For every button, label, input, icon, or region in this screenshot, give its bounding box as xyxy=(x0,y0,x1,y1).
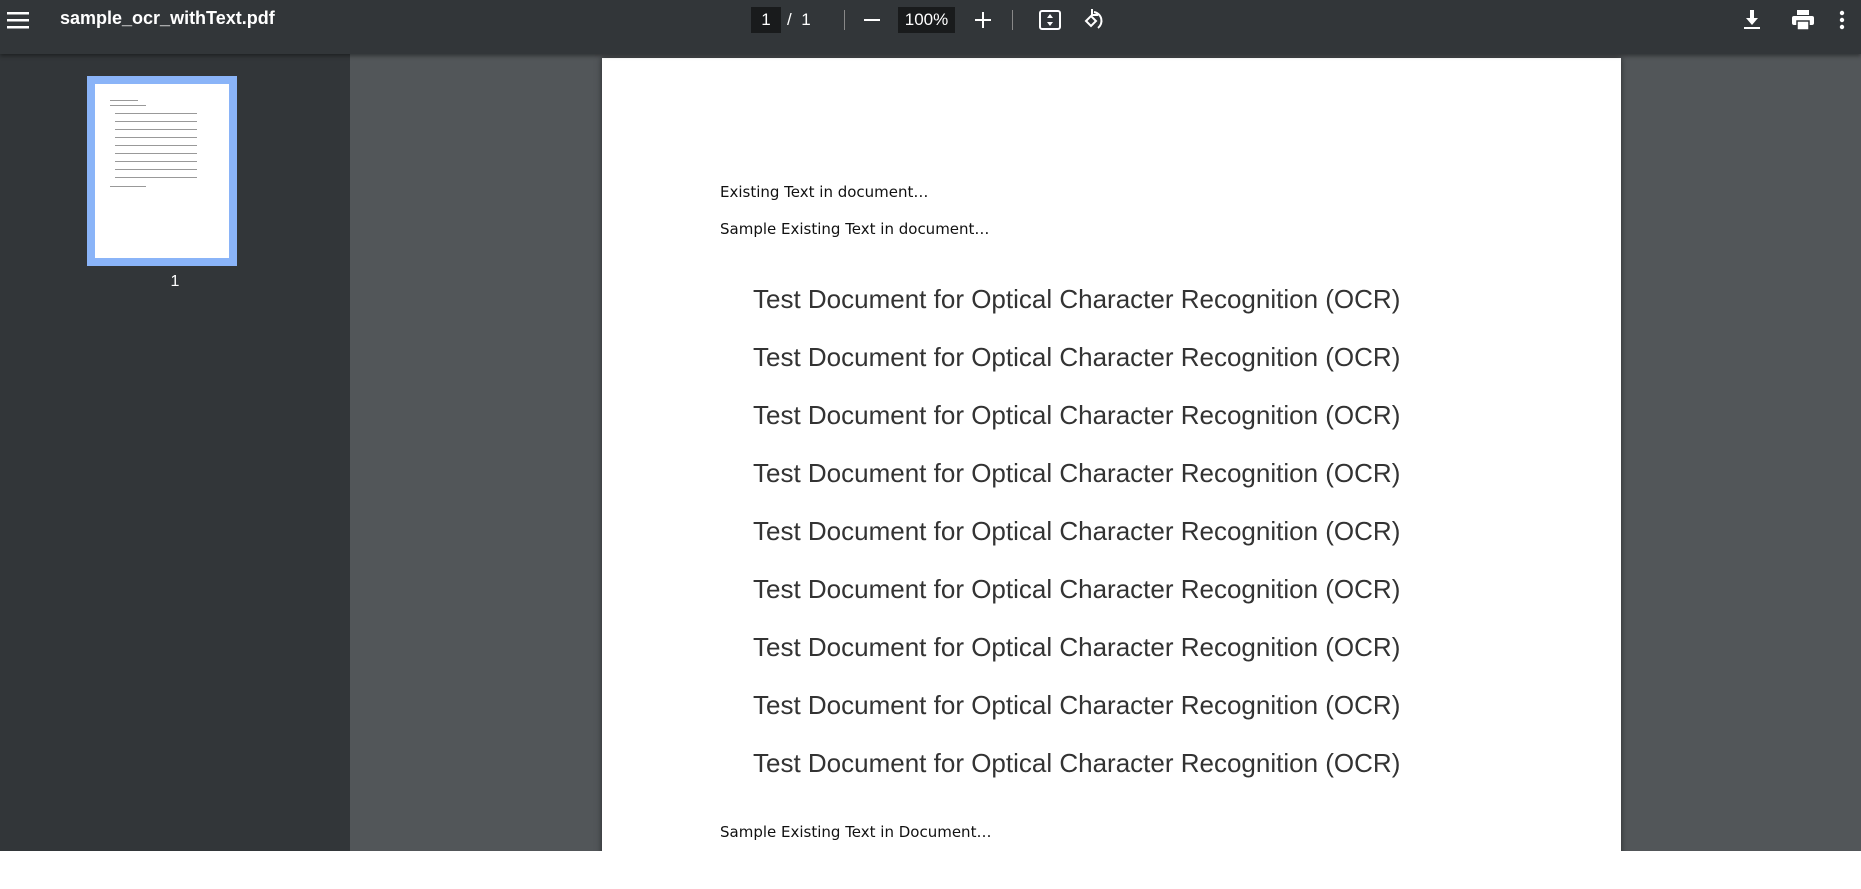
plus-icon xyxy=(975,12,991,28)
ocr-text-line: Test Document for Optical Character Reco… xyxy=(753,516,1401,546)
document-title: sample_ocr_withText.pdf xyxy=(60,8,275,28)
thumbnail-sidebar: 1 xyxy=(0,54,350,851)
total-pages: 1 xyxy=(801,10,811,29)
download-icon xyxy=(1744,10,1760,29)
zoom-out-button[interactable] xyxy=(856,4,888,36)
zoom-level-input[interactable]: 100% xyxy=(898,7,955,33)
ocr-text-line: Test Document for Optical Character Reco… xyxy=(753,748,1401,778)
existing-text-line: Sample Existing Text in Document… xyxy=(720,823,992,841)
page-thumbnail-1[interactable] xyxy=(87,76,237,266)
page-number-input[interactable]: 1 xyxy=(751,7,781,33)
rotate-counterclockwise-icon xyxy=(1084,9,1103,29)
more-vertical-icon xyxy=(1839,10,1845,30)
rotate-button[interactable] xyxy=(1078,4,1110,36)
download-button[interactable] xyxy=(1736,4,1768,36)
ocr-text-line: Test Document for Optical Character Reco… xyxy=(753,342,1401,372)
divider xyxy=(1012,10,1013,30)
ocr-text-line: Test Document for Optical Character Reco… xyxy=(753,632,1401,662)
ocr-text-line: Test Document for Optical Character Reco… xyxy=(753,574,1401,604)
document-viewer[interactable]: Existing Text in document… Sample Existi… xyxy=(350,54,1861,851)
ocr-text-line: Test Document for Optical Character Reco… xyxy=(753,284,1401,314)
hamburger-icon xyxy=(7,12,29,29)
divider xyxy=(844,10,845,30)
existing-text-line: Existing Text in document… xyxy=(720,183,929,201)
ocr-text-line: Test Document for Optical Character Reco… xyxy=(753,400,1401,430)
ocr-text-line: Test Document for Optical Character Reco… xyxy=(753,458,1401,488)
existing-text-line: Sample Existing Text in document… xyxy=(720,220,990,238)
menu-button[interactable] xyxy=(2,4,34,36)
fit-to-page-icon xyxy=(1039,10,1061,30)
print-icon xyxy=(1792,10,1814,30)
pdf-page: Existing Text in document… Sample Existi… xyxy=(602,58,1621,851)
page-separator: / xyxy=(787,10,792,29)
fit-page-button[interactable] xyxy=(1034,4,1066,36)
pdf-toolbar: sample_ocr_withText.pdf 1 / 1 100% xyxy=(0,0,1861,54)
minus-icon xyxy=(864,19,880,21)
page-total: / 1 xyxy=(787,7,811,33)
zoom-in-button[interactable] xyxy=(967,4,999,36)
more-actions-button[interactable] xyxy=(1826,4,1858,36)
thumbnail-page-number: 1 xyxy=(170,273,180,290)
thumbnail-page xyxy=(95,84,229,258)
ocr-text-line: Test Document for Optical Character Reco… xyxy=(753,690,1401,720)
print-button[interactable] xyxy=(1787,4,1819,36)
